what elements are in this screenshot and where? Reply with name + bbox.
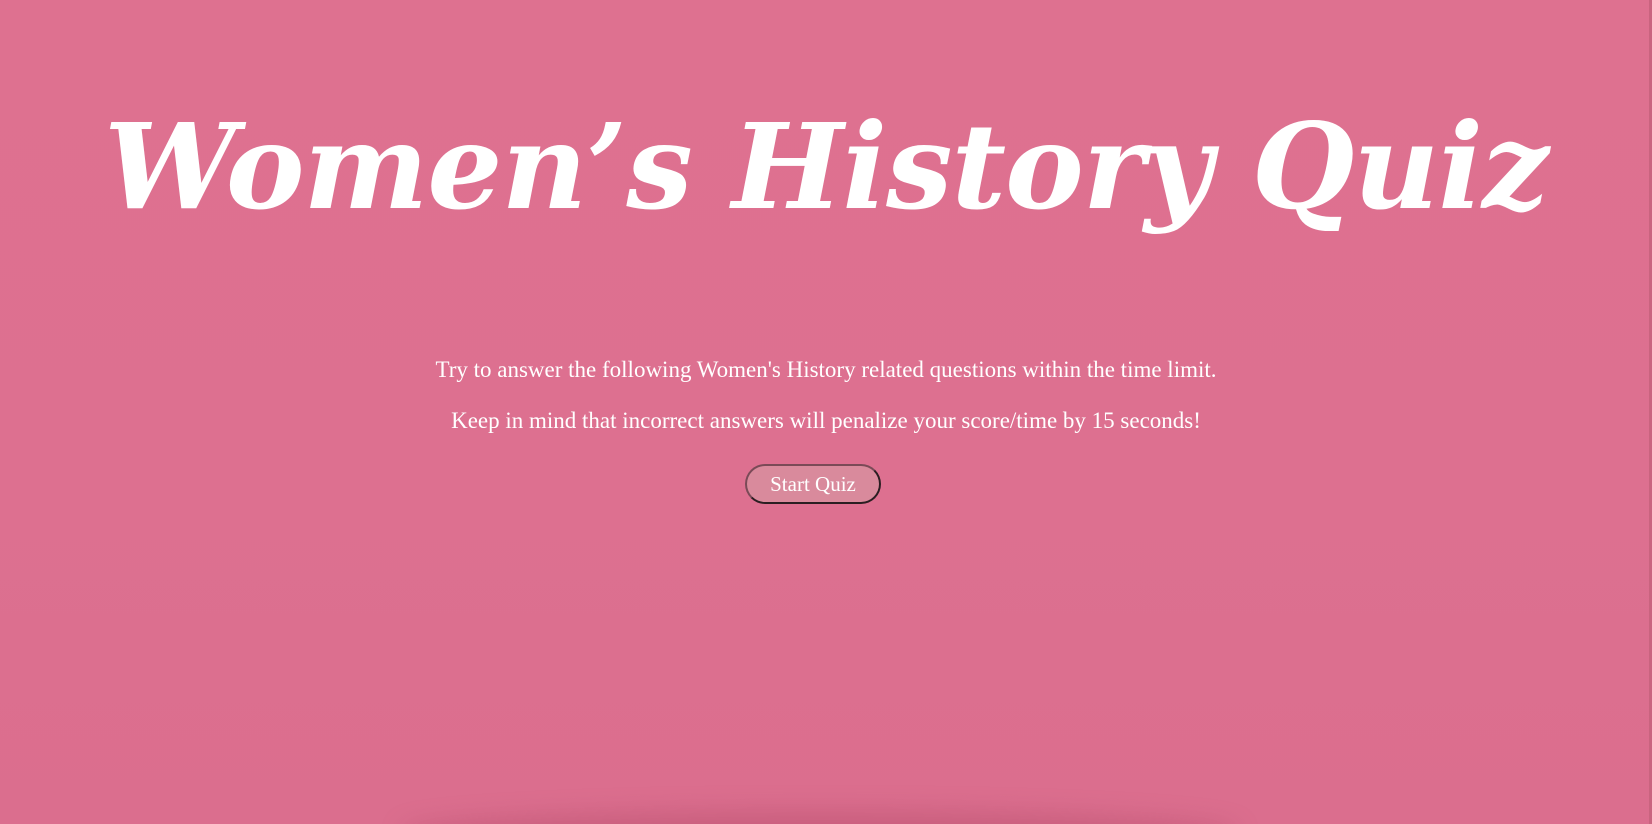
page-title: Women’s History Quiz xyxy=(103,97,1549,236)
quiz-page: Women’s History Quiz Try to answer the f… xyxy=(0,0,1652,824)
quiz-instructions: Try to answer the following Women's Hist… xyxy=(0,357,1652,434)
start-quiz-button[interactable]: Start Quiz xyxy=(745,464,881,504)
bottom-shadow-decoration xyxy=(400,810,1240,824)
instruction-line-time-limit: Try to answer the following Women's Hist… xyxy=(435,357,1217,382)
instruction-line-penalty: Keep in mind that incorrect answers will… xyxy=(451,408,1201,433)
